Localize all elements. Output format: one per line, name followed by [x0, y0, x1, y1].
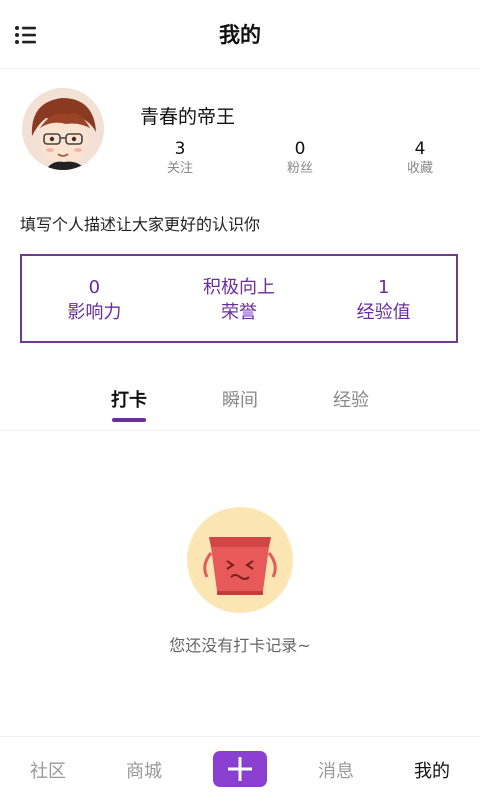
nav-me[interactable]: 我的	[397, 757, 467, 783]
tab-moments[interactable]: 瞬间	[200, 386, 280, 412]
avatar[interactable]	[22, 88, 104, 170]
honor-influence[interactable]: 0 影响力	[22, 256, 167, 341]
nav-messages[interactable]: 消息	[301, 757, 371, 783]
honor-value: 0	[88, 277, 101, 298]
stat-value: 3	[174, 139, 186, 159]
honor-value: 1	[377, 277, 390, 298]
stat-favorites[interactable]: 4 收藏	[380, 138, 460, 178]
content-tabs: 打卡 瞬间 经验	[0, 372, 480, 431]
page-title: 我的	[219, 23, 261, 47]
nav-community[interactable]: 社区	[13, 757, 83, 783]
honor-label: 荣誉	[221, 302, 257, 323]
add-button[interactable]	[213, 751, 267, 787]
bio-text[interactable]: 填写个人描述让大家更好的认识你	[20, 211, 260, 235]
nav-shop[interactable]: 商城	[109, 757, 179, 783]
tab-checkin[interactable]: 打卡	[89, 386, 169, 412]
username: 青春的帝王	[140, 106, 236, 128]
list-menu-icon[interactable]	[14, 25, 38, 45]
stat-label: 粉丝	[286, 161, 313, 176]
honor-label: 影响力	[67, 302, 122, 323]
empty-box-icon	[187, 507, 293, 613]
stat-value: 0	[294, 139, 306, 159]
honor-label: 经验值	[356, 302, 411, 323]
empty-state-text: 您还没有打卡记录~	[169, 636, 311, 655]
active-tab-indicator	[112, 418, 146, 422]
tab-experience[interactable]: 经验	[311, 386, 391, 412]
top-bar: 我的	[0, 0, 480, 69]
stat-value: 4	[414, 139, 426, 159]
stat-label: 收藏	[406, 161, 433, 176]
profile-section: 青春的帝王 3 关注 0 粉丝 4 收藏	[0, 68, 480, 198]
honor-experience[interactable]: 1 经验值	[311, 256, 456, 341]
honor-value: 积极向上	[203, 277, 275, 298]
plus-icon	[228, 757, 252, 781]
honor-panel: 0 影响力 积极向上 荣誉 1 经验值	[20, 254, 458, 343]
stat-followers[interactable]: 0 粉丝	[260, 138, 340, 178]
bottom-nav: 社区 商城 消息 我的	[0, 736, 480, 801]
stat-label: 关注	[166, 161, 193, 176]
honor-title[interactable]: 积极向上 荣誉	[167, 256, 312, 341]
stat-following[interactable]: 3 关注	[140, 138, 220, 178]
